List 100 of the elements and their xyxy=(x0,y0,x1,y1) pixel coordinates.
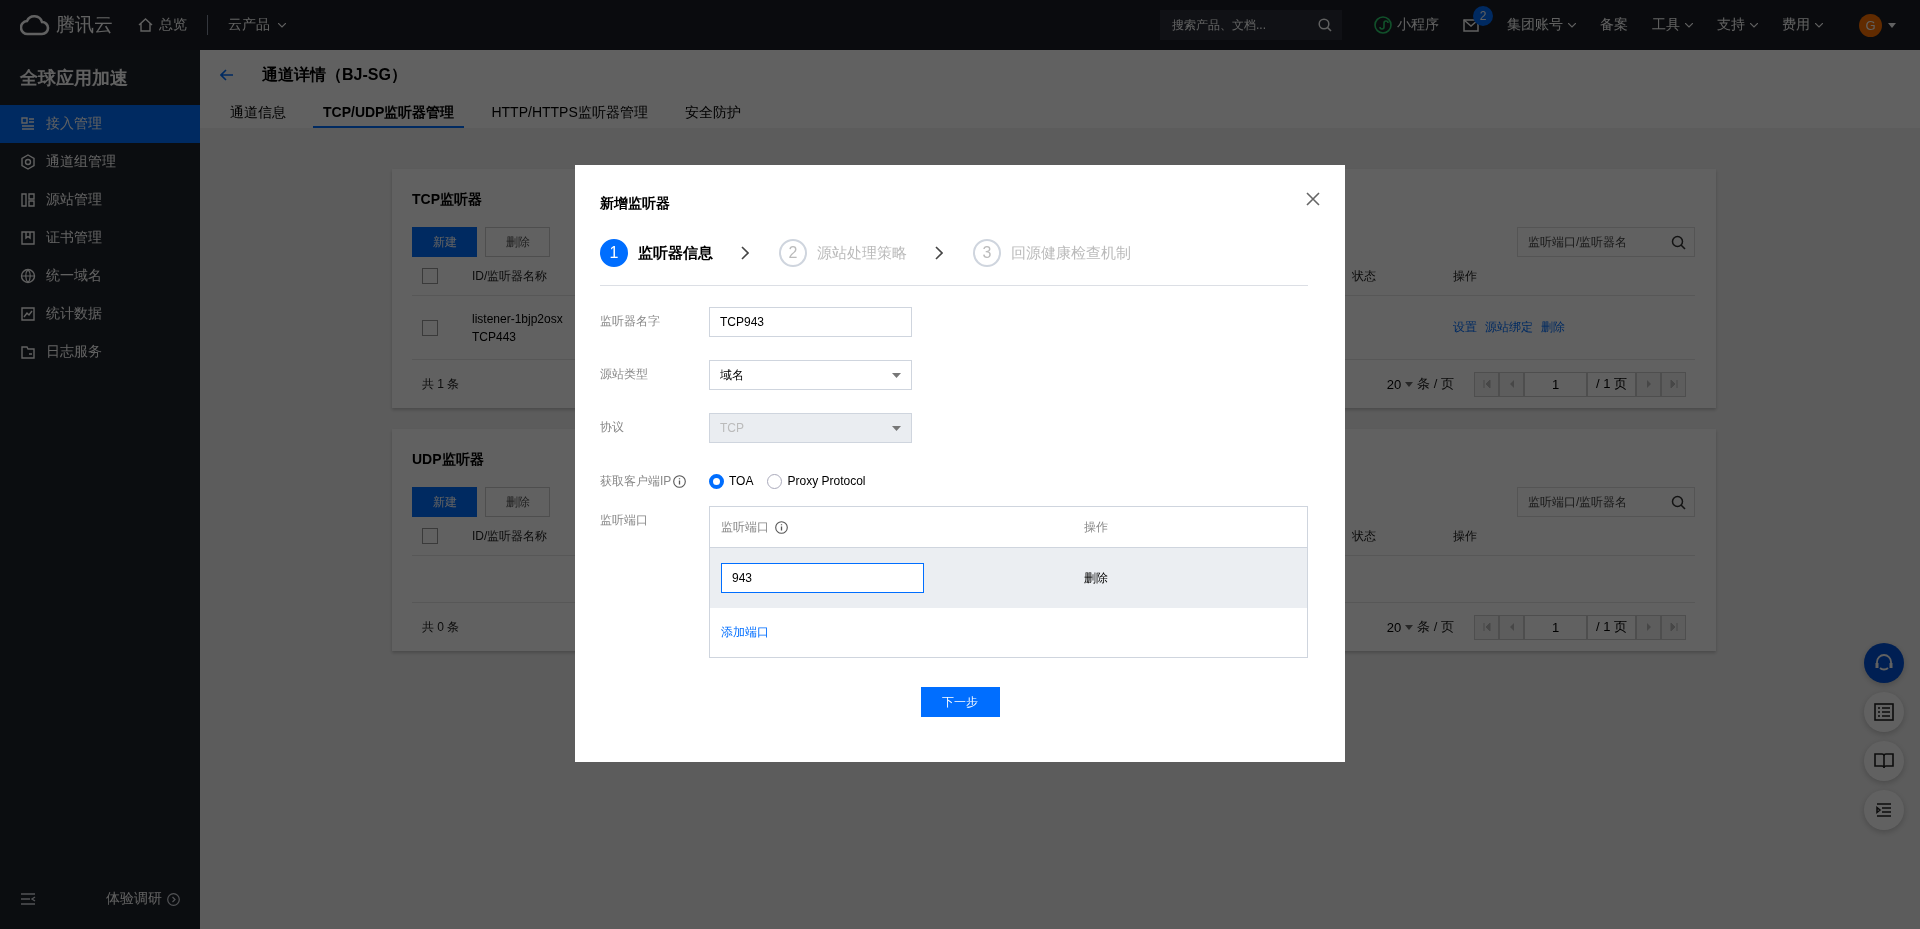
messages-button[interactable] xyxy=(1463,18,1479,32)
previous-page-button[interactable] xyxy=(1499,614,1524,640)
add-port-link[interactable]: 添加端口 xyxy=(721,624,769,641)
page-count: / 1 页 xyxy=(1587,614,1636,640)
column-header: 操作 xyxy=(1453,527,1477,545)
back-arrow-icon[interactable] xyxy=(220,69,234,81)
menu-link[interactable]: 费用 xyxy=(1782,16,1823,34)
per-page-label: 条 / 页 xyxy=(1417,618,1454,636)
caret-icon xyxy=(1888,22,1896,28)
user-avatar[interactable]: G xyxy=(1859,13,1882,37)
create-button[interactable]: 新建 xyxy=(412,487,477,517)
tab[interactable]: 通道信息 xyxy=(220,100,296,128)
next-page-button[interactable] xyxy=(1636,614,1661,640)
next-button[interactable]: 下一步 xyxy=(920,687,1000,717)
caret-icon xyxy=(1750,22,1758,28)
checkbox[interactable] xyxy=(422,268,438,284)
home-icon xyxy=(138,18,153,32)
field-label: 监听器名字 xyxy=(600,313,660,330)
close-button[interactable] xyxy=(1305,191,1321,207)
tab[interactable]: 安全防护 xyxy=(674,100,751,128)
caret-icon xyxy=(278,22,286,28)
search-icon xyxy=(1671,234,1686,250)
checkbox[interactable] xyxy=(422,528,438,544)
docs-button[interactable] xyxy=(1864,741,1904,781)
delete-link[interactable]: 删除 xyxy=(1084,569,1108,587)
sidebar-item[interactable]: 统一域名 xyxy=(0,257,200,295)
last-page-button[interactable] xyxy=(1661,614,1686,640)
checkbox[interactable] xyxy=(422,319,438,336)
search-input[interactable]: 监听端口/监听器名 xyxy=(1526,494,1671,510)
tab[interactable]: TCP/UDP监听器管理 xyxy=(313,100,465,128)
products-menu[interactable]: 云产品 xyxy=(228,16,286,34)
menu-link[interactable]: 支持 xyxy=(1717,16,1758,34)
collapse-icon[interactable] xyxy=(20,892,36,906)
next-page-button[interactable] xyxy=(1636,371,1661,397)
radio-option[interactable]: Proxy Protocol xyxy=(767,473,866,489)
listener-name: TCP443 xyxy=(472,329,517,344)
menu-link[interactable]: 集团账号 xyxy=(1507,16,1576,34)
last-page-button[interactable] xyxy=(1661,371,1686,397)
search-field[interactable]: 监听端口/监听器名 xyxy=(1517,227,1695,257)
sidebar-item[interactable]: 源站管理 xyxy=(0,181,200,219)
action-link[interactable]: 设置 xyxy=(1453,319,1477,336)
sidebar-item[interactable]: 证书管理 xyxy=(0,219,200,257)
card-title: UDP监听器 xyxy=(412,450,484,469)
sidebar-item[interactable]: 统计数据 xyxy=(0,295,200,333)
step-label: 监听器信息 xyxy=(638,243,713,263)
collapse-button[interactable] xyxy=(1864,790,1904,830)
column-header: 操作 xyxy=(1453,267,1477,285)
caret-icon xyxy=(1405,624,1414,630)
caret-icon xyxy=(1685,22,1693,28)
page-size-select[interactable]: 20 xyxy=(1386,376,1414,392)
logo-text: 腾讯云 xyxy=(56,13,113,37)
support-button[interactable] xyxy=(1864,643,1904,683)
search-field[interactable]: 监听端口/监听器名 xyxy=(1517,487,1695,517)
step-number: 3 xyxy=(973,239,1001,267)
radio-button[interactable] xyxy=(767,473,783,489)
caret-icon xyxy=(892,425,901,431)
action-link[interactable]: 源站绑定 xyxy=(1485,319,1533,336)
first-page-button[interactable] xyxy=(1474,614,1499,640)
menu-item-icon xyxy=(20,154,36,170)
close-icon xyxy=(1305,191,1321,207)
action-link[interactable]: 删除 xyxy=(1541,319,1565,336)
tab[interactable]: HTTP/HTTPS监听器管理 xyxy=(481,100,658,128)
create-button[interactable]: 新建 xyxy=(412,227,477,257)
select-field[interactable]: 域名 xyxy=(709,360,912,390)
sidebar-item[interactable]: 日志服务 xyxy=(0,333,200,371)
search-input[interactable]: 搜索产品、文档... xyxy=(1170,17,1318,33)
page-size-select[interactable]: 20 xyxy=(1386,619,1414,635)
overview-link[interactable]: 总览 xyxy=(138,16,187,34)
column-header: 操作 xyxy=(1084,518,1108,536)
column-header: 状态 xyxy=(1352,527,1377,545)
first-page-button[interactable] xyxy=(1474,371,1499,397)
nav-link[interactable]: 小程序 xyxy=(1374,16,1439,34)
menu-item-icon xyxy=(20,306,36,322)
caret-icon xyxy=(1815,22,1823,28)
field-label: 监听端口 xyxy=(600,512,648,529)
step-number: 1 xyxy=(600,239,628,267)
sidebar-item[interactable]: 通道组管理 xyxy=(0,143,200,181)
sidebar-item[interactable]: 接入管理 xyxy=(0,105,200,143)
page-input[interactable]: 1 xyxy=(1524,371,1587,397)
search-field[interactable]: 搜索产品、文档... xyxy=(1160,10,1342,40)
menu-link[interactable]: 工具 xyxy=(1652,16,1693,34)
total-count: 共 1 条 xyxy=(422,375,460,393)
mail-icon xyxy=(1463,18,1479,32)
name-input[interactable]: TCP943 xyxy=(709,307,912,337)
chevron-right-icon xyxy=(741,246,749,260)
delete-button[interactable]: 删除 xyxy=(485,487,550,517)
list-button[interactable] xyxy=(1864,692,1904,732)
radio-button[interactable] xyxy=(709,473,724,489)
delete-button[interactable]: 删除 xyxy=(485,227,550,257)
caret-icon xyxy=(1405,381,1414,387)
nav-link[interactable]: 备案 xyxy=(1600,16,1628,34)
previous-page-button[interactable] xyxy=(1499,371,1524,397)
radio-option[interactable]: TOA xyxy=(709,473,754,489)
info-icon xyxy=(775,520,788,534)
column-header: ID/监听器名称 xyxy=(472,267,549,285)
search-input[interactable]: 监听端口/监听器名 xyxy=(1526,234,1671,250)
sidebar-title: 全球应用加速 xyxy=(19,66,129,90)
page-input[interactable]: 1 xyxy=(1524,614,1587,640)
survey-link[interactable]: 体验调研 xyxy=(106,890,180,908)
port-input[interactable]: 943 xyxy=(721,563,924,593)
